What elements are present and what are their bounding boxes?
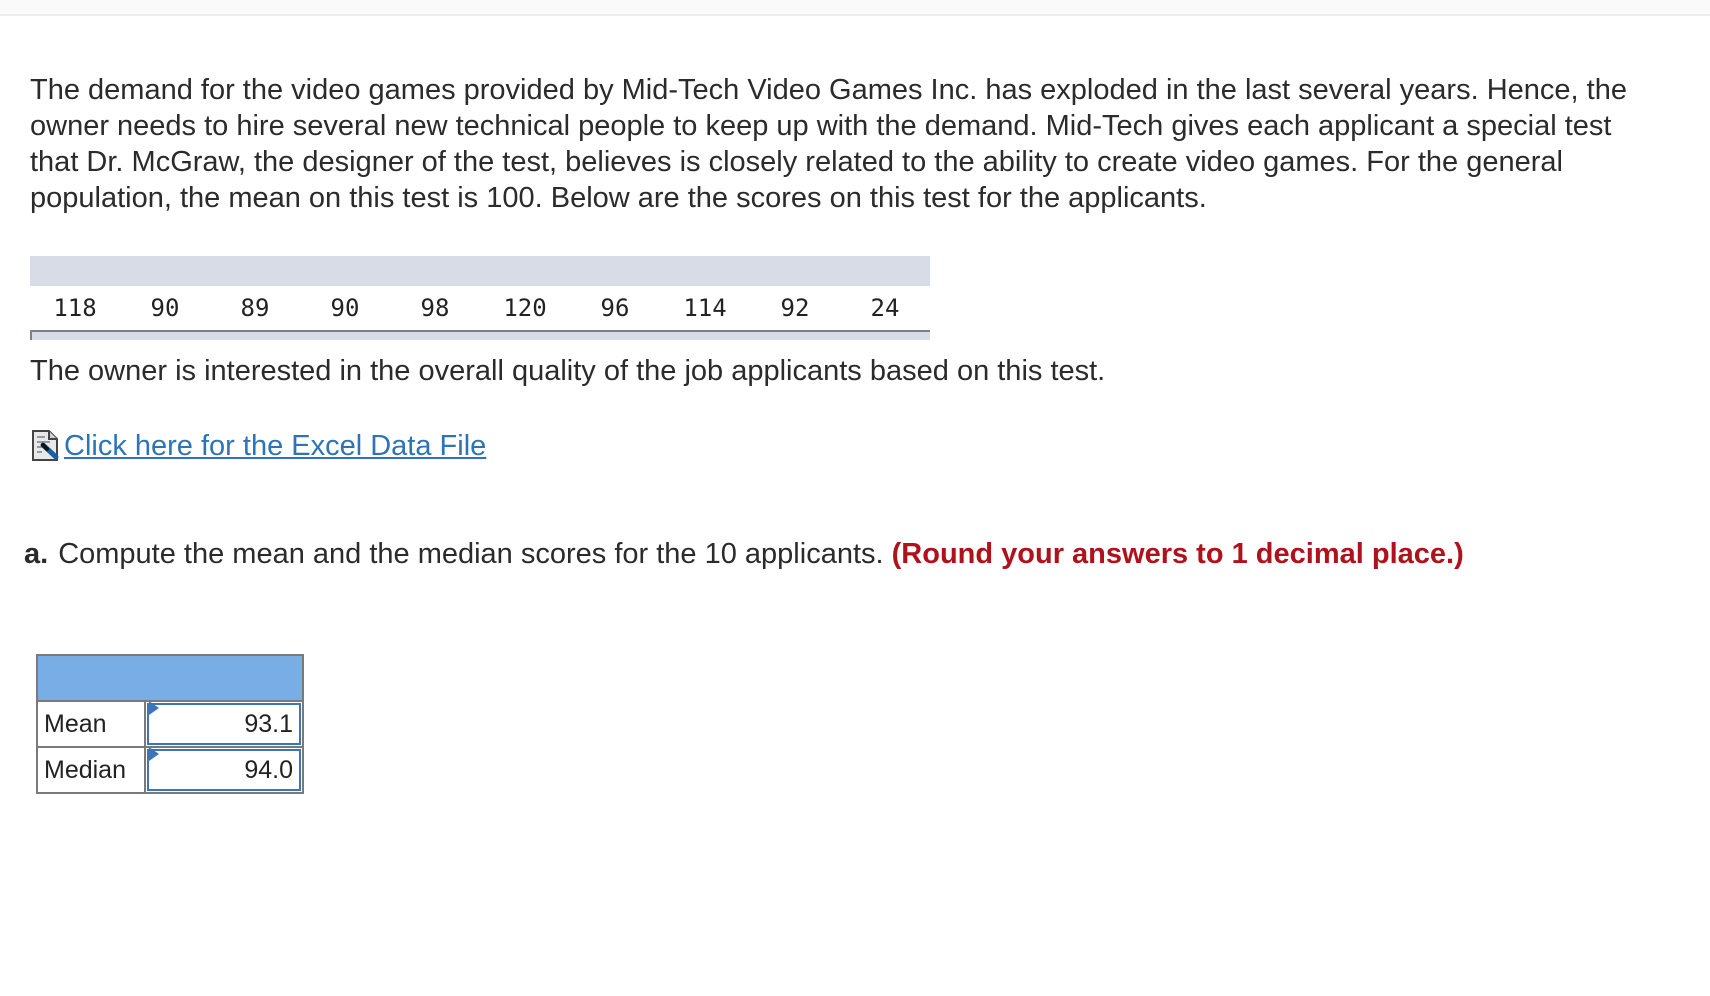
answer-row-median: Median 94.0 (38, 746, 302, 792)
median-input[interactable]: 94.0 (147, 747, 301, 791)
median-value[interactable]: 94.0 (244, 756, 293, 784)
intro-line: population, the mean on this test is 100… (30, 182, 1207, 214)
mean-input[interactable]: 93.1 (147, 701, 301, 745)
excel-file-icon (32, 430, 59, 461)
score-cell: 96 (600, 294, 630, 322)
score-cell: 89 (240, 294, 270, 322)
question-part-label: a. (24, 538, 49, 570)
score-cell: 92 (780, 294, 810, 322)
scores-row: 118 90 89 90 98 120 96 114 92 24 (30, 286, 930, 330)
rounding-note: (Round your answers to 1 decimal place.) (891, 538, 1464, 570)
median-label: Median (38, 748, 146, 792)
scores-table-header (30, 256, 930, 286)
scores-table: 118 90 89 90 98 120 96 114 92 24 (30, 256, 930, 340)
excel-data-link[interactable]: Click here for the Excel Data File (30, 428, 486, 464)
score-cell: 98 (420, 294, 450, 322)
question-text: Compute the mean and the median scores f… (58, 538, 884, 570)
score-cell: 118 (53, 294, 97, 322)
top-bar (0, 0, 1710, 16)
intro-line: that Dr. McGraw, the designer of the tes… (30, 146, 1563, 178)
input-marker-icon (149, 701, 159, 715)
intro-line: owner needs to hire several new technica… (30, 110, 1612, 142)
question-a: a. Compute the mean and the median scores… (24, 536, 1464, 572)
owner-text: The owner is interested in the overall q… (30, 355, 1106, 387)
mean-value[interactable]: 93.1 (244, 710, 293, 738)
answer-row-mean: Mean 93.1 (38, 701, 302, 746)
score-cell: 90 (150, 294, 180, 322)
scores-table-footer (30, 330, 930, 340)
score-cell: 120 (503, 294, 547, 322)
problem-intro: The demand for the video games provided … (30, 72, 1710, 216)
answer-table: Mean 93.1 Median 94.0 (36, 654, 304, 794)
mean-label: Mean (38, 702, 146, 746)
input-marker-icon (149, 747, 159, 761)
score-cell: 114 (683, 294, 727, 322)
score-cell: 24 (870, 294, 900, 322)
answer-table-header (38, 656, 302, 702)
intro-line: The demand for the video games provided … (30, 74, 1627, 106)
excel-link-label[interactable]: Click here for the Excel Data File (64, 428, 486, 464)
score-cell: 90 (330, 294, 360, 322)
